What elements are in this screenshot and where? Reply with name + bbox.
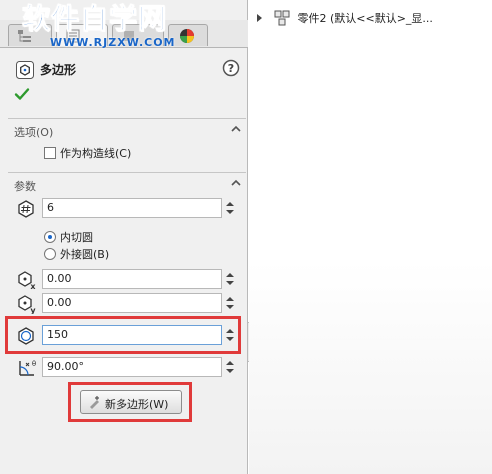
circumscribed-radio[interactable]	[44, 248, 56, 260]
sides-spinner[interactable]	[224, 198, 238, 218]
highlight-box-button	[68, 382, 192, 422]
spin-up-icon[interactable]	[226, 361, 234, 365]
part-name-label: 零件2 (默认<<默认>_显...	[297, 12, 433, 25]
circumscribed-radio-label: 外接圆(B)	[60, 248, 110, 261]
feature-tree-icon	[18, 30, 31, 42]
svg-text:y: y	[30, 306, 36, 314]
property-manager-panel: 软件自学网 WWW.RJZXW.COM 多边形 ? 选项(O) 作为构造线(C)…	[0, 0, 248, 474]
feature-title: 多边形	[40, 63, 77, 77]
inscribed-circle-option[interactable]: 内切圆	[44, 229, 93, 244]
parameters-section-label: 参数	[14, 180, 36, 193]
circumscribed-circle-option[interactable]: 外接圆(B)	[44, 246, 110, 261]
tab-property-manager[interactable]	[56, 24, 108, 46]
construction-checkbox[interactable]	[44, 147, 56, 159]
spin-down-icon[interactable]	[226, 281, 234, 285]
options-section-header[interactable]: 选项(O)	[8, 118, 246, 140]
center-x-input[interactable]: 0.00	[42, 269, 222, 289]
expand-arrow-icon[interactable]	[257, 14, 262, 22]
angle-input[interactable]: 90.00°	[42, 357, 222, 377]
inscribed-radio[interactable]	[44, 231, 56, 243]
spin-down-icon[interactable]	[226, 369, 234, 373]
display-manager-icon	[180, 29, 194, 43]
spin-down-icon[interactable]	[226, 210, 234, 214]
panel-tab-bar	[0, 20, 248, 48]
angle-spinner[interactable]	[224, 357, 238, 377]
parameters-section-header[interactable]: 参数	[8, 172, 246, 194]
svg-text:x: x	[30, 282, 36, 290]
tab-configuration-manager[interactable]	[112, 24, 164, 46]
spin-down-icon[interactable]	[226, 305, 234, 309]
polygon-tool-icon	[16, 61, 34, 79]
construction-checkbox-label: 作为构造线(C)	[60, 147, 132, 160]
graphics-area[interactable]: 零件2 (默认<<默认>_显...	[249, 0, 492, 474]
tab-feature-manager[interactable]	[8, 24, 52, 46]
feature-header: 多边形 ?	[0, 52, 248, 86]
chevron-up-icon[interactable]	[230, 177, 242, 189]
options-section-label: 选项(O)	[14, 126, 54, 139]
angle-icon: θ	[19, 360, 36, 376]
highlight-box-size	[5, 316, 241, 354]
spin-up-icon[interactable]	[226, 202, 234, 206]
center-x-icon: x	[18, 271, 36, 290]
sides-input[interactable]: 6	[42, 198, 222, 218]
sides-count-icon	[18, 200, 34, 218]
part-icon	[274, 10, 289, 26]
center-y-icon: y	[18, 295, 36, 314]
spin-up-icon[interactable]	[226, 273, 234, 277]
tab-display-manager[interactable]	[168, 24, 208, 46]
property-list-icon	[66, 29, 80, 43]
spin-up-icon[interactable]	[226, 297, 234, 301]
center-y-spinner[interactable]	[224, 293, 238, 313]
chevron-up-icon[interactable]	[230, 123, 242, 135]
flyout-tree-root[interactable]: 零件2 (默认<<默认>_显...	[257, 10, 433, 28]
center-x-spinner[interactable]	[224, 269, 238, 289]
center-y-input[interactable]: 0.00	[42, 293, 222, 313]
configuration-icon	[124, 31, 134, 41]
construction-line-option[interactable]: 作为构造线(C)	[44, 145, 132, 160]
svg-text:?: ?	[228, 62, 234, 75]
ok-check-icon[interactable]	[14, 86, 30, 102]
help-icon[interactable]: ?	[222, 59, 240, 77]
svg-text:θ: θ	[32, 360, 36, 368]
inscribed-radio-label: 内切圆	[60, 231, 93, 244]
